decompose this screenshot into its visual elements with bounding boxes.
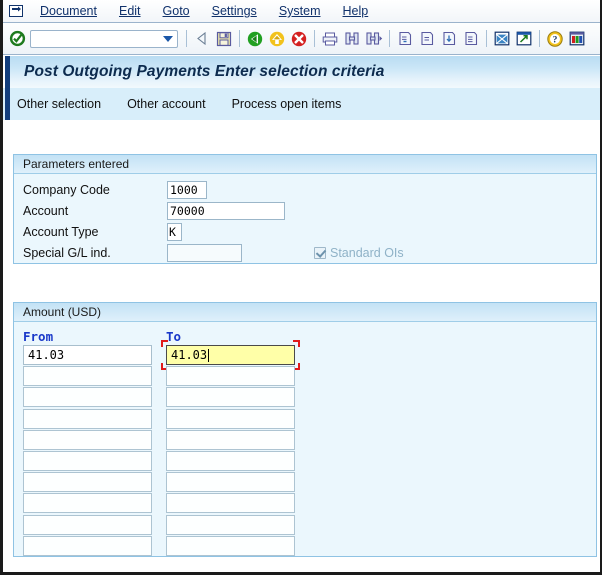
parameters-entered-group: Parameters entered Company Code 1000 Acc… — [13, 154, 597, 264]
select-all-icon[interactable] — [491, 27, 513, 51]
menu-label-settings: Settings — [212, 4, 257, 18]
amount-group-title: Amount (USD) — [23, 305, 101, 319]
menu-bar: Document Edit Goto Settings System Help — [3, 0, 600, 23]
amount-to-input-row-3[interactable] — [166, 387, 295, 407]
amount-from-input-row-3[interactable] — [23, 387, 152, 407]
application-toolbar: Other selection Other account Process op… — [3, 88, 600, 120]
amount-to-input-row-9[interactable] — [166, 515, 295, 535]
menu-item-system[interactable]: System — [268, 2, 332, 20]
screen-canvas: Parameters entered Company Code 1000 Acc… — [3, 120, 600, 572]
text-caret — [208, 349, 209, 362]
amount-from-input-row-5[interactable] — [23, 430, 152, 450]
account-type-label: Account Type — [23, 225, 99, 239]
green-check-enter-icon[interactable] — [6, 27, 28, 51]
page-title: Post Outgoing Payments Enter selection c… — [10, 63, 384, 81]
process-open-items-button[interactable]: Process open items — [232, 97, 342, 111]
amount-from-input-row-10[interactable] — [23, 536, 152, 556]
special-gl-ind-input[interactable] — [167, 244, 242, 262]
screen-title-bar: Post Outgoing Payments Enter selection c… — [3, 56, 600, 88]
form-row-company-code: Company Code 1000 — [14, 179, 596, 200]
form-row-account: Account 70000 — [14, 200, 596, 221]
account-label: Account — [23, 204, 68, 218]
amount-to-input-row-4[interactable] — [166, 409, 295, 429]
toolbar-separator — [539, 30, 540, 47]
amount-from-input-row-1[interactable]: 41.03 — [23, 345, 152, 365]
parameters-group-title: Parameters entered — [23, 157, 129, 171]
amount-group-header: Amount (USD) — [14, 303, 596, 322]
sap-system-menu-icon[interactable] — [3, 0, 29, 22]
account-type-input[interactable]: K — [167, 223, 182, 241]
form-row-account-type: Account Type K — [14, 221, 596, 242]
main-toolbar: ? — [3, 23, 600, 55]
find-icon[interactable] — [341, 27, 363, 51]
next-page-icon[interactable] — [438, 27, 460, 51]
amount-to-input-row-2[interactable] — [166, 366, 295, 386]
other-account-button[interactable]: Other account — [127, 97, 206, 111]
company-code-label: Company Code — [23, 183, 110, 197]
toolbar-separator — [314, 30, 315, 47]
menu-label-goto: Goto — [163, 4, 190, 18]
menu-label-document: Document — [40, 4, 97, 18]
menu-item-document[interactable]: Document — [29, 2, 108, 20]
standard-ois-label: Standard OIs — [330, 246, 404, 260]
amount-from-input-row-6[interactable] — [23, 451, 152, 471]
toolbar-separator — [486, 30, 487, 47]
amount-to-input-row-1[interactable]: 41.03 — [166, 345, 295, 365]
amount-from-input-row-7[interactable] — [23, 472, 152, 492]
parameters-group-header: Parameters entered — [14, 155, 596, 174]
other-selection-button[interactable]: Other selection — [17, 97, 101, 111]
sap-window: Document Edit Goto Settings System Help — [0, 0, 602, 575]
standard-ois-checkbox-wrap[interactable]: Standard OIs — [314, 246, 404, 260]
layout-menu-icon[interactable] — [566, 27, 588, 51]
new-window-icon[interactable] — [513, 27, 535, 51]
special-gl-ind-label: Special G/L ind. — [23, 246, 111, 260]
company-code-input[interactable]: 1000 — [167, 181, 207, 199]
cancel-red-icon[interactable] — [288, 27, 310, 51]
toolbar-separator — [186, 30, 187, 47]
amount-group: Amount (USD) From To 41.03 41.03 — [13, 302, 597, 557]
menu-item-edit[interactable]: Edit — [108, 2, 152, 20]
toolbar-separator — [389, 30, 390, 47]
column-header-to: To — [166, 329, 181, 344]
svg-text:?: ? — [553, 35, 558, 45]
amount-to-input-row-10[interactable] — [166, 536, 295, 556]
menu-label-system: System — [279, 4, 321, 18]
menu-item-goto[interactable]: Goto — [152, 2, 201, 20]
exit-yellow-icon[interactable] — [266, 27, 288, 51]
account-input[interactable]: 70000 — [167, 202, 285, 220]
amount-to-input-row-7[interactable] — [166, 472, 295, 492]
first-page-icon[interactable] — [394, 27, 416, 51]
amount-from-input-row-9[interactable] — [23, 515, 152, 535]
amount-to-input-row-6[interactable] — [166, 451, 295, 471]
back-green-icon[interactable] — [244, 27, 266, 51]
save-disk-icon[interactable] — [213, 27, 235, 51]
toolbar-separator — [239, 30, 240, 47]
print-icon[interactable] — [319, 27, 341, 51]
amount-to-input-row-8[interactable] — [166, 493, 295, 513]
title-gradient: Post Outgoing Payments Enter selection c… — [10, 56, 600, 88]
menu-item-settings[interactable]: Settings — [201, 2, 268, 20]
menu-label-edit: Edit — [119, 4, 141, 18]
menu-label-help: Help — [343, 4, 369, 18]
find-next-icon[interactable] — [363, 27, 385, 51]
amount-from-input-row-4[interactable] — [23, 409, 152, 429]
checkbox-icon[interactable] — [314, 247, 326, 259]
command-field[interactable] — [30, 30, 178, 48]
amount-to-input-row-5[interactable] — [166, 430, 295, 450]
previous-page-icon[interactable] — [416, 27, 438, 51]
amount-from-input-row-2[interactable] — [23, 366, 152, 386]
amount-from-input-row-8[interactable] — [23, 493, 152, 513]
chevron-down-icon[interactable] — [163, 36, 173, 42]
form-row-special-gl-ind: Special G/L ind. Standard OIs — [14, 242, 596, 263]
help-icon[interactable]: ? — [544, 27, 566, 51]
last-page-icon[interactable] — [460, 27, 482, 51]
menu-item-help[interactable]: Help — [332, 2, 380, 20]
column-header-from: From — [23, 329, 53, 344]
back-arrow-icon[interactable] — [191, 27, 213, 51]
